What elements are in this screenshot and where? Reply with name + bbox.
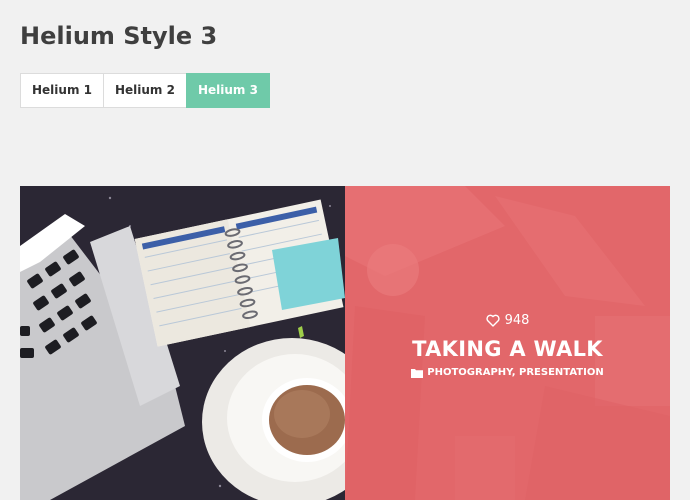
heart-icon <box>486 314 500 327</box>
page-title: Helium Style 3 <box>20 22 218 50</box>
portfolio-item-taking-a-walk[interactable]: 948 TAKING A WALK PHOTOGRAPHY, PRESENTAT… <box>345 186 670 500</box>
categories-label[interactable]: PHOTOGRAPHY, PRESENTATION <box>427 367 603 378</box>
folder-icon <box>411 368 424 378</box>
page: Helium Style 3 Helium 1 Helium 2 Helium … <box>0 0 690 500</box>
portfolio-gallery: 948 TAKING A WALK PHOTOGRAPHY, PRESENTAT… <box>20 186 670 500</box>
workspace-photo <box>20 186 345 500</box>
portfolio-item-workspace[interactable] <box>20 186 345 500</box>
portfolio-categories: PHOTOGRAPHY, PRESENTATION <box>411 367 604 378</box>
tab-helium-2[interactable]: Helium 2 <box>102 73 187 108</box>
like-count: 948 <box>504 312 530 328</box>
portfolio-caption: 948 TAKING A WALK PHOTOGRAPHY, PRESENTAT… <box>345 310 670 382</box>
tab-helium-3[interactable]: Helium 3 <box>185 73 270 108</box>
tab-helium-1[interactable]: Helium 1 <box>20 73 104 108</box>
style-tabs: Helium 1 Helium 2 Helium 3 <box>20 73 270 108</box>
portfolio-title[interactable]: TAKING A WALK <box>345 335 670 363</box>
like-counter[interactable]: 948 <box>486 310 530 330</box>
